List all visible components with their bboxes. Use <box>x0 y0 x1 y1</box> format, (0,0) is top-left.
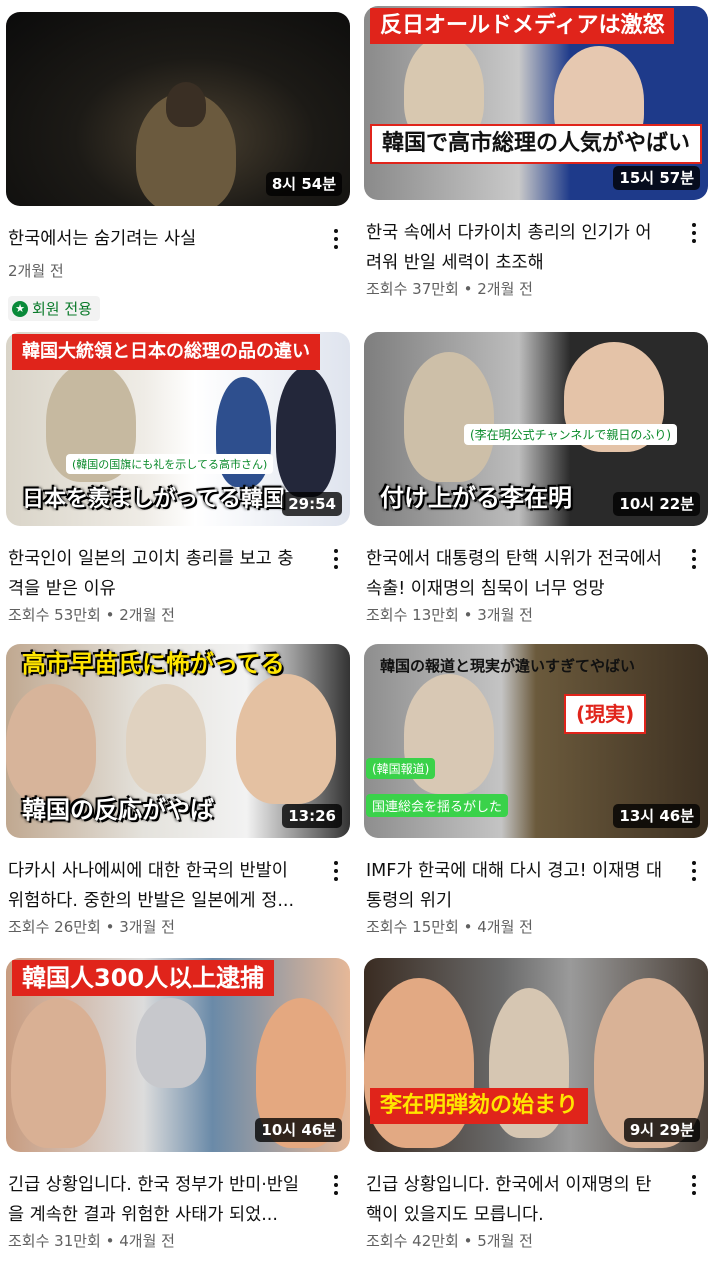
thumbnail-subcaption: (韓国報道) <box>366 758 436 779</box>
video-title[interactable]: 한국 속에서 다카이치 총리의 인기가 어려워 반일 세력이 초조해 <box>366 218 666 278</box>
video-meta: 조회수 13만회 • 3개월 전 <box>366 606 533 624</box>
person-figure <box>276 367 336 497</box>
more-options-icon[interactable] <box>326 1170 346 1200</box>
thumbnail-caption: 日本を羨ましがってる韓国 <box>22 487 285 512</box>
thumbnail-caption: 韓国で高市総理の人気がやばい <box>370 124 703 164</box>
video-title[interactable]: 긴급 상황입니다. 한국 정부가 반미·반일을 계속한 결과 위험한 사태가 되… <box>8 1170 308 1230</box>
video-duration: 13:26 <box>282 804 342 828</box>
video-thumbnail[interactable]: (李在明公式チャンネルで親日のふり) 付け上がる李在明 10시 22분 <box>364 332 708 526</box>
person-head <box>166 82 206 127</box>
thumbnail-subcaption: 国連総会を揺るがした <box>366 794 509 817</box>
thumbnail-caption: 高市早苗氏に怖がってる <box>22 650 285 678</box>
video-title[interactable]: 한국인이 일본의 고이치 총리를 보고 충격을 받은 이유 <box>8 544 308 604</box>
video-meta: 조회수 26만회 • 3개월 전 <box>8 918 175 936</box>
video-duration: 8시 54분 <box>265 172 342 196</box>
video-title[interactable]: 한국에서 대통령의 탄핵 시위가 전국에서 속출! 이재명의 침묵이 너무 엉망 <box>366 544 666 604</box>
video-duration: 10시 22분 <box>613 492 700 516</box>
thumbnail-subcaption: (韓国の国旗にも礼を示してる高市さん) <box>66 454 274 474</box>
more-options-icon[interactable] <box>684 1170 704 1200</box>
person-figure <box>11 998 106 1148</box>
video-meta: 조회수 37만회 • 2개월 전 <box>366 280 533 298</box>
more-options-icon[interactable] <box>684 856 704 886</box>
thumbnail-caption: 韓国大統領と日本の総理の品の違い <box>12 334 320 370</box>
star-icon: ★ <box>12 300 28 317</box>
video-thumbnail[interactable]: 韓国大統領と日本の総理の品の違い (韓国の国旗にも礼を示してる高市さん) 日本を… <box>6 332 350 526</box>
members-only-badge: ★ 회원 전용 <box>8 296 100 321</box>
thumbnail-caption: (現実) <box>564 694 647 734</box>
video-duration: 13시 46분 <box>613 804 700 828</box>
video-thumbnail[interactable]: 8시 54분 <box>6 12 350 206</box>
person-figure <box>404 352 494 482</box>
video-duration: 29:54 <box>282 492 342 516</box>
thumbnail-caption: 韓国の報道と現実が違いすぎてやばい <box>380 657 636 675</box>
video-thumbnail[interactable]: 反日オールドメディアは激怒 韓国で高市総理の人気がやばい 15시 57분 <box>364 6 708 200</box>
more-options-icon[interactable] <box>684 544 704 574</box>
video-duration: 9시 29분 <box>623 1118 700 1142</box>
more-options-icon[interactable] <box>326 224 346 254</box>
thumbnail-subcaption: (李在明公式チャンネルで親日のふり) <box>464 424 678 445</box>
thumbnail-caption: 韓国人300人以上逮捕 <box>12 960 275 996</box>
thumbnail-caption: 韓国の反応がやば <box>22 796 214 824</box>
thumbnail-caption: 李在明弾劾の始まり <box>370 1088 589 1124</box>
more-options-icon[interactable] <box>684 218 704 248</box>
person-figure <box>126 684 206 794</box>
video-thumbnail[interactable]: 高市早苗氏に怖がってる 韓国の反応がやば 13:26 <box>6 644 350 838</box>
video-title[interactable]: IMF가 한국에 대해 다시 경고! 이재명 대통령의 위기 <box>366 856 666 916</box>
video-duration: 15시 57분 <box>613 166 700 190</box>
person-figure <box>236 674 336 804</box>
video-title[interactable]: 다카시 사나에씨에 대한 한국의 반발이 위험하다. 중한의 반발은 일본에게 … <box>8 856 308 916</box>
video-title[interactable]: 한국에서는 숨기려는 사실 <box>8 224 308 254</box>
video-title[interactable]: 긴급 상황입니다. 한국에서 이재명의 탄핵이 있을지도 모릅니다. <box>366 1170 666 1230</box>
video-duration: 10시 46분 <box>255 1118 342 1142</box>
video-meta: 2개월 전 <box>8 262 64 280</box>
person-figure <box>136 998 206 1088</box>
video-thumbnail[interactable]: 韓国人300人以上逮捕 10시 46분 <box>6 958 350 1152</box>
badge-label: 회원 전용 <box>32 300 92 318</box>
video-meta: 조회수 53만회 • 2개월 전 <box>8 606 175 624</box>
video-thumbnail[interactable]: 韓国の報道と現実が違いすぎてやばい (現実) (韓国報道) 国連総会を揺るがした… <box>364 644 708 838</box>
more-options-icon[interactable] <box>326 544 346 574</box>
thumbnail-caption: 反日オールドメディアは激怒 <box>370 8 675 44</box>
video-meta: 조회수 15만회 • 4개월 전 <box>366 918 533 936</box>
video-meta: 조회수 42만회 • 5개월 전 <box>366 1232 533 1250</box>
video-meta: 조회수 31만회 • 4개월 전 <box>8 1232 175 1250</box>
person-figure <box>6 684 96 804</box>
video-thumbnail[interactable]: 李在明弾劾の始まり 9시 29분 <box>364 958 708 1152</box>
more-options-icon[interactable] <box>326 856 346 886</box>
thumbnail-caption: 付け上がる李在明 <box>380 484 572 512</box>
